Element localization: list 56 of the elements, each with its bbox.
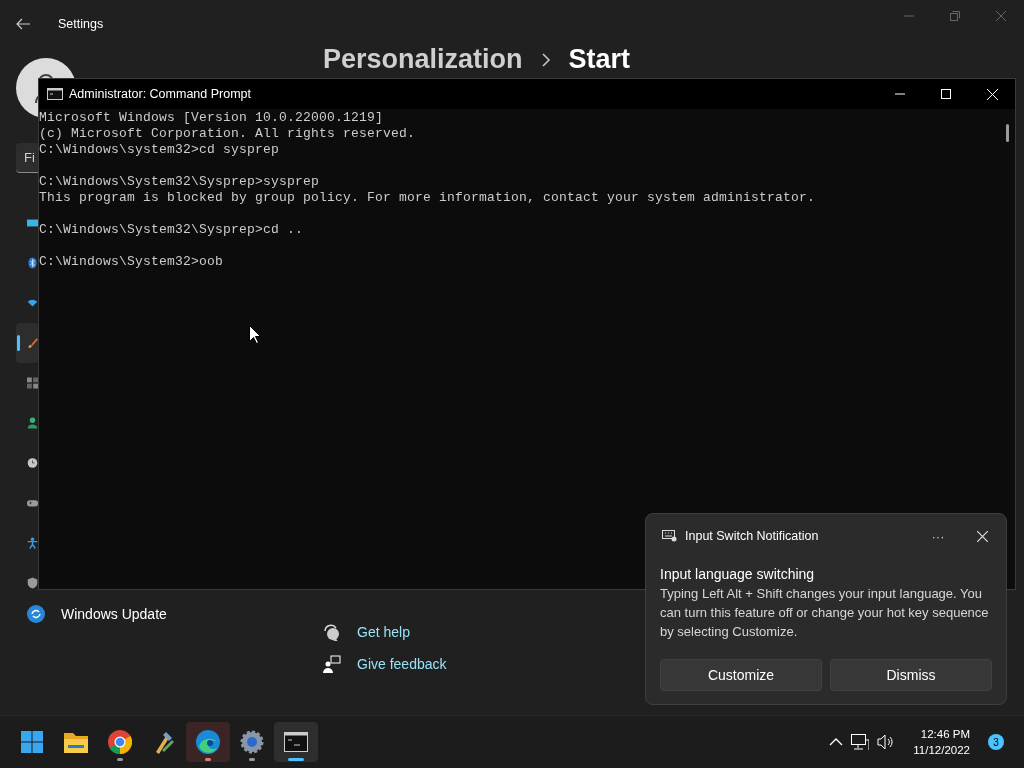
ring-logo-icon [108, 730, 132, 754]
terminal-icon [284, 732, 308, 752]
accessibility-icon [27, 535, 38, 551]
gear-icon [240, 730, 264, 754]
back-arrow-icon[interactable] [16, 18, 30, 30]
nav-item[interactable]: Windows Update [61, 606, 167, 622]
chevron-icon [540, 51, 551, 68]
close-icon [986, 88, 998, 100]
breadcrumb-item: Personalization [323, 44, 523, 75]
person-icon [27, 415, 38, 431]
restore-icon [950, 11, 960, 21]
close-icon [996, 11, 1006, 21]
console-line: C:\Windows\system32>cd sysprep [39, 142, 281, 158]
window-title: Settings [58, 17, 104, 31]
network-icon[interactable] [851, 734, 870, 750]
clock-time[interactable]: 12:46 PM [920, 726, 970, 742]
notification-text: Typing Left Alt + Shift changes your input language. You can turn this feature off or change your hot key sequence by selecting Customize. [660, 585, 990, 641]
wave-logo-icon [196, 730, 220, 754]
shield-icon [27, 575, 38, 591]
chevron-up-icon[interactable] [829, 738, 844, 746]
notification-app-name: Input Switch Notification [685, 529, 820, 543]
breadcrumb-item: Start [568, 44, 631, 75]
notification-button[interactable]: Dismiss [830, 659, 992, 691]
taskbar-app[interactable] [274, 722, 318, 762]
apps-icon [27, 375, 38, 391]
keyboard-icon [662, 530, 677, 542]
console-line: This program is blocked by group policy. For more information, contact your system administrator. [39, 190, 817, 206]
maximize-icon [941, 89, 951, 99]
update-icon [27, 605, 45, 623]
windows-logo-icon [21, 731, 43, 753]
taskbar-app[interactable] [186, 722, 230, 762]
help-icon [323, 623, 341, 641]
help-link[interactable]: Get help [357, 624, 410, 640]
help-link[interactable]: Give feedback [357, 656, 447, 672]
nav-item[interactable] [16, 323, 38, 363]
console-line: C:\Windows\System32\Sysprep>sysprep [39, 174, 321, 190]
more-button[interactable]: ··· [926, 528, 950, 544]
console-icon [47, 88, 63, 100]
feedback-icon [323, 655, 341, 673]
clock-date[interactable]: 11/12/2022 [913, 742, 970, 758]
console-line: C:\Windows\System32>oob [39, 254, 225, 270]
brush-icon [27, 335, 38, 351]
console-line: C:\Windows\System32\Sysprep>cd .. [39, 222, 305, 238]
volume-icon[interactable] [877, 734, 896, 750]
console-line: Microsoft Windows [Version 10.0.22000.1219] [39, 110, 385, 126]
search-field[interactable]: Fi [16, 143, 38, 173]
notification-button[interactable]: Customize [660, 659, 822, 691]
notification-count[interactable]: 3 [988, 734, 1004, 750]
console-line: (c) Microsoft Corporation. All rights reserved. [39, 126, 417, 142]
scrollbar-thumb[interactable] [1005, 124, 1009, 142]
mouse-pointer-icon [249, 325, 261, 344]
close-icon [976, 530, 988, 542]
folder-icon [64, 731, 88, 753]
notification-title: Input language switching [660, 566, 816, 582]
window-title: Administrator: Command Prompt [69, 87, 251, 101]
bluetooth-icon [27, 255, 38, 271]
